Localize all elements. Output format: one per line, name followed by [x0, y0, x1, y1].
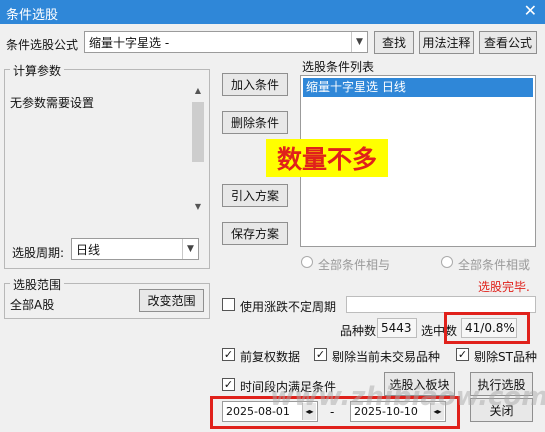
period-value: 日线	[76, 242, 101, 257]
import-scheme-button[interactable]: 引入方案	[222, 184, 288, 207]
close-icon[interactable]: ✕	[524, 1, 537, 21]
radio-or[interactable]	[441, 256, 453, 268]
fq-data-checkbox[interactable]: ✓	[222, 348, 235, 361]
irregular-period-input[interactable]	[346, 296, 536, 313]
add-condition-button[interactable]: 加入条件	[222, 73, 288, 96]
count-label: 品种数	[340, 324, 377, 338]
usage-notes-button[interactable]: 用法注释	[419, 31, 474, 54]
list-item[interactable]: 缩量十字星选 日线	[303, 78, 533, 97]
params-scrollbar[interactable]: ▲ ▼	[190, 84, 206, 214]
count-value: 5443	[377, 318, 417, 338]
change-range-button[interactable]: 改变范围	[139, 289, 204, 312]
formula-selected-value: 缩量十字星选 -	[89, 35, 170, 50]
remove-condition-button[interactable]: 删除条件	[222, 111, 288, 134]
fq-data-label: 前复权数据	[240, 350, 301, 364]
scroll-down-icon[interactable]: ▼	[190, 200, 206, 214]
formula-select[interactable]: 缩量十字星选 - ▼	[84, 31, 368, 53]
no-params-text: 无参数需要设置	[10, 96, 95, 110]
scroll-thumb[interactable]	[192, 102, 204, 162]
period-select[interactable]: 日线 ▼	[71, 238, 199, 260]
formula-label: 条件选股公式	[6, 38, 79, 52]
watermark: www.zhibiaow.com	[270, 382, 545, 412]
title-bar: 条件选股 ✕	[0, 0, 545, 24]
scroll-up-icon[interactable]: ▲	[190, 84, 206, 98]
condition-list-title: 选股条件列表	[302, 60, 375, 74]
chevron-down-icon[interactable]: ▼	[351, 32, 367, 52]
chevron-down-icon[interactable]: ▼	[182, 239, 198, 259]
exclude-st-label: 剔除ST品种	[474, 350, 537, 364]
radio-and[interactable]	[301, 256, 313, 268]
irregular-period-checkbox[interactable]	[222, 298, 235, 311]
radio-and-label: 全部条件相与	[318, 258, 391, 272]
period-label: 选股周期:	[12, 246, 65, 260]
save-scheme-button[interactable]: 保存方案	[222, 222, 288, 245]
exclude-untraded-checkbox[interactable]: ✓	[314, 348, 327, 361]
radio-or-label: 全部条件相或	[458, 258, 531, 272]
period-satisfy-checkbox[interactable]: ✓	[222, 378, 235, 391]
irregular-period-label: 使用涨跌不定周期	[240, 300, 337, 314]
annotation-overlay: 数量不多	[266, 139, 388, 177]
range-title: 选股范围	[10, 276, 65, 293]
range-value: 全部A股	[10, 298, 55, 312]
highlight-box	[444, 312, 530, 344]
view-formula-button[interactable]: 查看公式	[479, 31, 537, 54]
status-text: 选股完毕.	[478, 280, 530, 294]
calc-params-title: 计算参数	[10, 62, 65, 79]
find-button[interactable]: 查找	[374, 31, 414, 54]
exclude-untraded-label: 剔除当前未交易品种	[332, 350, 441, 364]
window-title: 条件选股	[6, 8, 59, 23]
exclude-st-checkbox[interactable]: ✓	[456, 348, 469, 361]
